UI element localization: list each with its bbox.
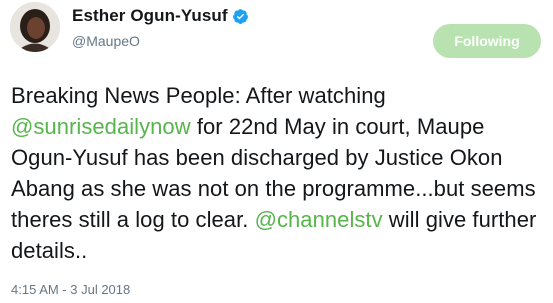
mention-link-sunrisedailynow[interactable]: @sunrisedailynow	[11, 114, 191, 139]
verified-badge-icon	[232, 8, 249, 25]
tweet-timestamp[interactable]: 4:15 AM - 3 Jul 2018	[11, 282, 130, 297]
user-name-row: Esther Ogun-Yusuf	[72, 6, 249, 26]
tweet-text-part-1: Breaking News People: After watching	[11, 83, 386, 108]
tweet-text: Breaking News People: After watching @su…	[11, 80, 547, 266]
display-name[interactable]: Esther Ogun-Yusuf	[72, 6, 228, 26]
tweet-card: Esther Ogun-Yusuf @MaupeO Following Brea…	[0, 0, 553, 303]
following-button[interactable]: Following	[433, 24, 541, 58]
user-handle[interactable]: @MaupeO	[72, 33, 140, 49]
avatar[interactable]	[10, 2, 60, 52]
mention-link-channelstv[interactable]: @channelstv	[255, 207, 383, 232]
avatar-image	[10, 2, 60, 52]
